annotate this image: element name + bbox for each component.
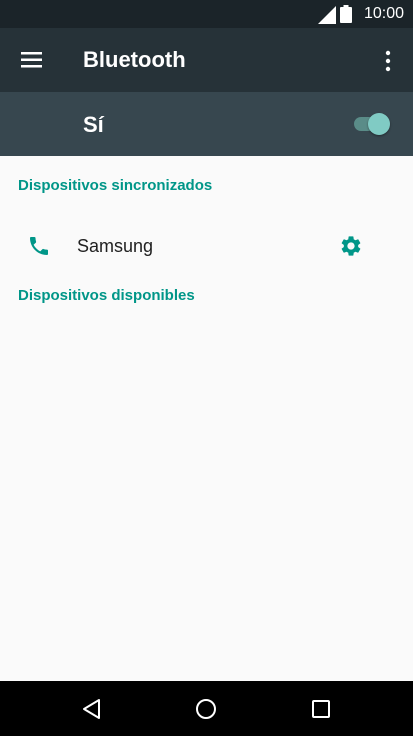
- back-icon[interactable]: [78, 695, 106, 723]
- battery-icon: [340, 5, 352, 23]
- paired-devices-header: Dispositivos sincronizados: [18, 177, 213, 194]
- status-bar: 10:00: [0, 0, 413, 28]
- phone-icon: [30, 237, 48, 255]
- signal-icon: [318, 6, 336, 24]
- bluetooth-switch-bar[interactable]: Sí: [0, 92, 413, 156]
- page-title: Bluetooth: [83, 47, 186, 72]
- switch-state-label: Sí: [83, 112, 104, 137]
- device-row-samsung[interactable]: Samsung: [0, 212, 413, 278]
- gear-icon[interactable]: [339, 234, 363, 258]
- bluetooth-toggle[interactable]: [352, 112, 392, 136]
- menu-icon[interactable]: [20, 50, 44, 70]
- more-vert-icon[interactable]: [380, 49, 396, 73]
- recents-icon[interactable]: [307, 695, 335, 723]
- available-devices-header: Dispositivos disponibles: [18, 287, 195, 304]
- status-time: 10:00: [363, 5, 404, 22]
- home-icon[interactable]: [192, 695, 220, 723]
- navigation-bar: [0, 681, 413, 736]
- app-bar: Bluetooth: [0, 28, 413, 92]
- toggle-thumb: [368, 113, 390, 135]
- device-name: Samsung: [77, 236, 154, 256]
